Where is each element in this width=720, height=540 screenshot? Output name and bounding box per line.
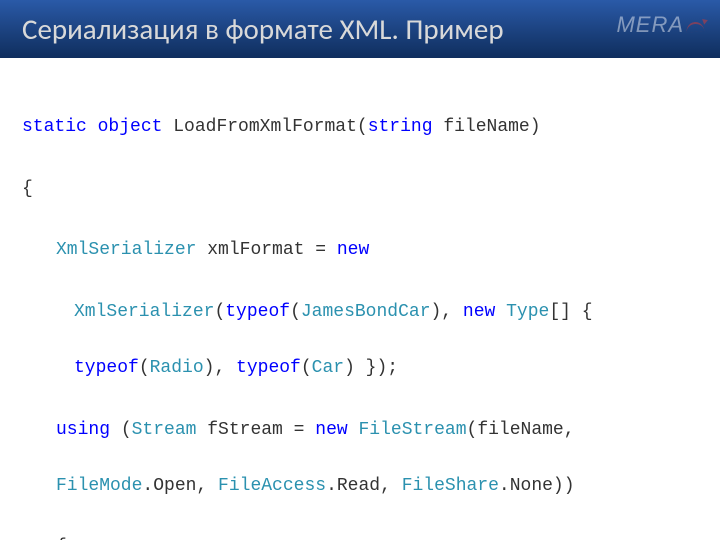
type: Type (506, 302, 549, 322)
code-line: FileMode.Open, FileAccess.Read, FileShar… (22, 473, 698, 501)
ident: xmlFormat = (196, 240, 336, 260)
ident: fStream = (196, 420, 315, 440)
punct: ), (204, 358, 236, 378)
punct: ) }); (344, 358, 398, 378)
code-line: using (Stream fStream = new FileStream(f… (22, 417, 698, 445)
kw-typeof: typeof (74, 358, 139, 378)
slide: Сериализация в формате XML. Пример MERA … (0, 0, 720, 540)
kw-new: new (315, 420, 347, 440)
logo-swoosh-icon (686, 16, 706, 34)
type: FileShare (402, 476, 499, 496)
punct: ( (110, 420, 132, 440)
punct: ) (530, 117, 541, 137)
kw-typeof: typeof (225, 302, 290, 322)
code-line: { (22, 534, 698, 540)
type: FileStream (358, 420, 466, 440)
punct: ), (431, 302, 463, 322)
code-line: XmlSerializer xmlFormat = new (22, 237, 698, 265)
punct: [] { (549, 302, 592, 322)
punct: ( (301, 358, 312, 378)
code-block: static object LoadFromXmlFormat(string f… (0, 58, 720, 540)
member: .Read, (326, 476, 402, 496)
logo-text: MERA (616, 12, 684, 38)
fn-name: LoadFromXmlFormat (173, 117, 357, 137)
type: JamesBondCar (301, 302, 431, 322)
param: fileName (433, 117, 530, 137)
sp (495, 302, 506, 322)
kw-new: new (463, 302, 495, 322)
type: Stream (132, 420, 197, 440)
slide-title: Сериализация в формате XML. Пример (22, 11, 504, 47)
punct: ( (290, 302, 301, 322)
type: XmlSerializer (56, 240, 196, 260)
type: Radio (150, 358, 204, 378)
type: FileMode (56, 476, 142, 496)
kw-typeof: typeof (236, 358, 301, 378)
code-line: typeof(Radio), typeof(Car) }); (22, 355, 698, 383)
member: .Open, (142, 476, 218, 496)
sp (348, 420, 359, 440)
type: FileAccess (218, 476, 326, 496)
args: (fileName, (467, 420, 575, 440)
code-line: static object LoadFromXmlFormat(string f… (22, 114, 698, 142)
type: XmlSerializer (74, 302, 214, 322)
title-bar: Сериализация в формате XML. Пример MERA (0, 0, 720, 58)
kw-static: static (22, 117, 87, 137)
brace: { (22, 179, 33, 199)
punct: ( (357, 117, 368, 137)
member: .None)) (499, 476, 575, 496)
kw-string: string (368, 117, 433, 137)
kw-using: using (56, 420, 110, 440)
kw-new: new (337, 240, 369, 260)
code-line: { (22, 176, 698, 204)
code-line: XmlSerializer(typeof(JamesBondCar), new … (22, 299, 698, 327)
punct: ( (139, 358, 150, 378)
type: Car (312, 358, 344, 378)
punct: ( (214, 302, 225, 322)
kw-object: object (98, 117, 163, 137)
logo: MERA (616, 12, 706, 38)
